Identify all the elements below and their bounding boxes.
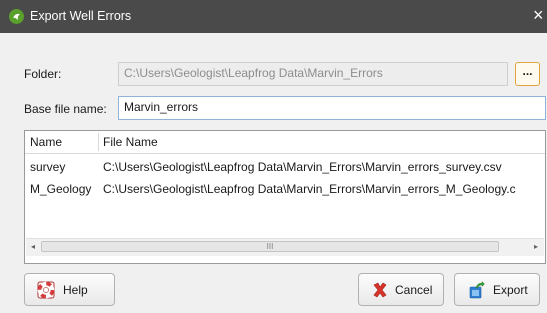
folder-field: C:\Users\Geologist\Leapfrog Data\Marvin_… xyxy=(118,62,508,86)
help-button-label: Help xyxy=(63,283,88,297)
base-file-name-label: Base file name: xyxy=(24,102,107,116)
scroll-left-icon[interactable]: ◂ xyxy=(27,241,39,253)
red-x-icon xyxy=(373,282,387,298)
row-name: survey xyxy=(30,160,66,174)
table-row[interactable]: M_Geology C:\Users\Geologist\Leapfrog Da… xyxy=(25,182,545,202)
folder-label: Folder: xyxy=(24,67,62,81)
scroll-right-icon[interactable]: ▸ xyxy=(530,241,542,253)
export-files-table: Name File Name survey C:\Users\Geologist… xyxy=(24,130,546,264)
title-bar[interactable]: Export Well Errors × xyxy=(0,0,547,33)
row-file-name: C:\Users\Geologist\Leapfrog Data\Marvin_… xyxy=(103,182,516,196)
row-name: M_Geology xyxy=(30,182,92,196)
export-arrow-icon xyxy=(469,281,485,299)
column-header-name[interactable]: Name xyxy=(30,135,62,149)
cancel-button[interactable]: Cancel xyxy=(358,273,444,306)
lifebuoy-icon xyxy=(37,281,55,299)
table-header: Name File Name xyxy=(25,131,545,154)
close-icon[interactable]: × xyxy=(533,5,544,25)
export-button-label: Export xyxy=(493,283,528,297)
window-title: Export Well Errors xyxy=(30,9,132,23)
leapfrog-app-icon xyxy=(9,9,24,24)
cancel-button-label: Cancel xyxy=(395,283,433,297)
browse-folder-button[interactable]: ... xyxy=(515,62,540,86)
base-file-name-input[interactable]: Marvin_errors xyxy=(118,96,546,120)
column-header-file-name[interactable]: File Name xyxy=(103,135,158,149)
horizontal-scrollbar[interactable]: ◂ III ▸ xyxy=(26,238,544,256)
scroll-thumb[interactable]: III xyxy=(41,241,499,252)
column-divider[interactable] xyxy=(98,133,99,151)
row-file-name: C:\Users\Geologist\Leapfrog Data\Marvin_… xyxy=(103,160,502,174)
export-button[interactable]: Export xyxy=(454,273,540,306)
help-button[interactable]: Help xyxy=(24,273,115,306)
export-well-errors-dialog: Export Well Errors × Folder: C:\Users\Ge… xyxy=(0,0,547,313)
table-row[interactable]: survey C:\Users\Geologist\Leapfrog Data\… xyxy=(25,160,545,180)
